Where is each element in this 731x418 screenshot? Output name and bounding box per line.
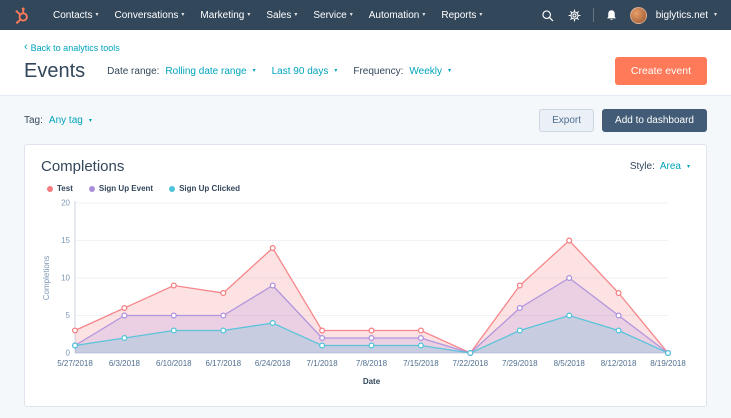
chevron-down-icon: ▾ xyxy=(479,12,482,18)
svg-text:6/3/2018: 6/3/2018 xyxy=(109,359,141,368)
svg-text:7/29/2018: 7/29/2018 xyxy=(502,359,538,368)
style-select: Style: Area ▾ xyxy=(630,161,690,172)
tag-label: Tag: xyxy=(24,115,43,126)
toolbar: Tag: Any tag ▾ Export Add to dashboard xyxy=(0,96,731,144)
nav-utilities: biglytics.net ▾ xyxy=(539,6,717,24)
legend-item-sign-up-clicked[interactable]: Sign Up Clicked xyxy=(169,184,240,193)
completions-area-chart[interactable]: 0 5 10 15 20 5/27/2018 6/3/2018 6/10/2018 6/17/2… xyxy=(41,195,690,387)
create-event-button[interactable]: Create event xyxy=(615,57,707,85)
chevron-down-icon: ▾ xyxy=(350,12,353,18)
frequency-value: Weekly xyxy=(409,66,442,77)
svg-text:8/5/2018: 8/5/2018 xyxy=(554,359,586,368)
chevron-left-icon: ‹ xyxy=(24,42,28,53)
search-icon[interactable] xyxy=(539,6,557,24)
nav-item-label: Reports xyxy=(441,10,476,21)
frequency-label: Frequency: xyxy=(353,66,403,77)
gear-icon[interactable] xyxy=(566,6,584,24)
date-controls: Date range: Rolling date range ▾ Last 90… xyxy=(107,66,451,77)
svg-text:8/12/2018: 8/12/2018 xyxy=(601,359,637,368)
top-navigation: Contacts ▾ Conversations ▾ Marketing ▾ S… xyxy=(0,0,731,30)
nav-item-label: Automation xyxy=(369,10,420,21)
svg-text:Date: Date xyxy=(363,377,381,386)
svg-text:0: 0 xyxy=(66,349,71,358)
chevron-down-icon: ▾ xyxy=(334,68,337,74)
hubspot-logo-icon[interactable] xyxy=(14,7,31,24)
chevron-down-icon: ▾ xyxy=(687,164,690,170)
chevron-down-icon: ▾ xyxy=(181,12,184,18)
nav-item-service[interactable]: Service ▾ xyxy=(305,0,360,30)
svg-text:10: 10 xyxy=(61,274,70,283)
nav-item-sales[interactable]: Sales ▾ xyxy=(258,0,305,30)
nav-item-label: Marketing xyxy=(200,10,244,21)
frequency-dropdown[interactable]: Weekly ▾ xyxy=(409,66,451,77)
style-value: Area xyxy=(660,161,681,172)
legend-dot xyxy=(89,186,95,192)
nav-menu: Contacts ▾ Conversations ▾ Marketing ▾ S… xyxy=(45,0,490,30)
legend-dot xyxy=(169,186,175,192)
svg-text:6/24/2018: 6/24/2018 xyxy=(255,359,291,368)
chart-legend: Test Sign Up Event Sign Up Clicked xyxy=(47,184,690,193)
page-header: ‹ Back to analytics tools Events Date ra… xyxy=(0,30,731,96)
svg-text:5: 5 xyxy=(66,311,71,320)
page-title: Events xyxy=(24,60,85,83)
export-button[interactable]: Export xyxy=(539,109,594,132)
date-range-type-dropdown[interactable]: Rolling date range ▾ xyxy=(165,66,255,77)
svg-text:6/17/2018: 6/17/2018 xyxy=(206,359,242,368)
legend-item-sign-up-event[interactable]: Sign Up Event xyxy=(89,184,153,193)
svg-text:7/22/2018: 7/22/2018 xyxy=(453,359,489,368)
back-link-label: Back to analytics tools xyxy=(31,43,120,53)
date-range-period-dropdown[interactable]: Last 90 days ▾ xyxy=(272,66,338,77)
nav-item-marketing[interactable]: Marketing ▾ xyxy=(192,0,258,30)
svg-text:20: 20 xyxy=(61,199,70,208)
date-range-type-value: Rolling date range xyxy=(165,66,246,77)
svg-text:15: 15 xyxy=(61,236,70,245)
svg-text:6/10/2018: 6/10/2018 xyxy=(156,359,192,368)
nav-item-contacts[interactable]: Contacts ▾ xyxy=(45,0,106,30)
bell-icon[interactable] xyxy=(603,6,621,24)
legend-label: Sign Up Clicked xyxy=(179,184,240,193)
chevron-down-icon: ▾ xyxy=(95,12,98,18)
svg-text:7/15/2018: 7/15/2018 xyxy=(403,359,439,368)
chevron-down-icon: ▾ xyxy=(294,12,297,18)
svg-text:7/8/2018: 7/8/2018 xyxy=(356,359,388,368)
nav-item-label: Sales xyxy=(266,10,291,21)
legend-label: Sign Up Event xyxy=(99,184,153,193)
chevron-down-icon: ▾ xyxy=(89,118,92,124)
svg-text:Completions: Completions xyxy=(42,256,51,300)
chevron-down-icon: ▾ xyxy=(714,12,717,18)
nav-item-label: Conversations xyxy=(114,10,178,21)
back-to-analytics-link[interactable]: ‹ Back to analytics tools xyxy=(24,42,120,53)
svg-text:8/19/2018: 8/19/2018 xyxy=(650,359,686,368)
style-dropdown[interactable]: Area ▾ xyxy=(660,161,690,172)
chevron-down-icon: ▾ xyxy=(253,68,256,74)
chevron-down-icon: ▾ xyxy=(422,12,425,18)
card-title: Completions xyxy=(41,158,124,175)
nav-item-automation[interactable]: Automation ▾ xyxy=(361,0,434,30)
legend-label: Test xyxy=(57,184,73,193)
avatar[interactable] xyxy=(630,7,647,24)
svg-text:5/27/2018: 5/27/2018 xyxy=(57,359,93,368)
chevron-down-icon: ▾ xyxy=(448,68,451,74)
nav-divider xyxy=(593,8,594,22)
date-range-label: Date range: xyxy=(107,66,159,77)
tag-dropdown[interactable]: Any tag ▾ xyxy=(49,115,92,126)
nav-item-reports[interactable]: Reports ▾ xyxy=(433,0,490,30)
tag-value: Any tag xyxy=(49,115,83,126)
nav-item-label: Contacts xyxy=(53,10,92,21)
account-menu[interactable]: biglytics.net ▾ xyxy=(656,10,717,21)
nav-item-label: Service xyxy=(313,10,346,21)
style-label: Style: xyxy=(630,161,655,172)
legend-dot xyxy=(47,186,53,192)
account-name: biglytics.net xyxy=(656,10,708,21)
svg-text:7/1/2018: 7/1/2018 xyxy=(307,359,339,368)
date-range-period-value: Last 90 days xyxy=(272,66,329,77)
nav-item-conversations[interactable]: Conversations ▾ xyxy=(106,0,192,30)
chevron-down-icon: ▾ xyxy=(247,12,250,18)
completions-card: Completions Style: Area ▾ Test Sign Up E… xyxy=(24,144,707,407)
add-to-dashboard-button[interactable]: Add to dashboard xyxy=(602,109,707,132)
legend-item-test[interactable]: Test xyxy=(47,184,73,193)
